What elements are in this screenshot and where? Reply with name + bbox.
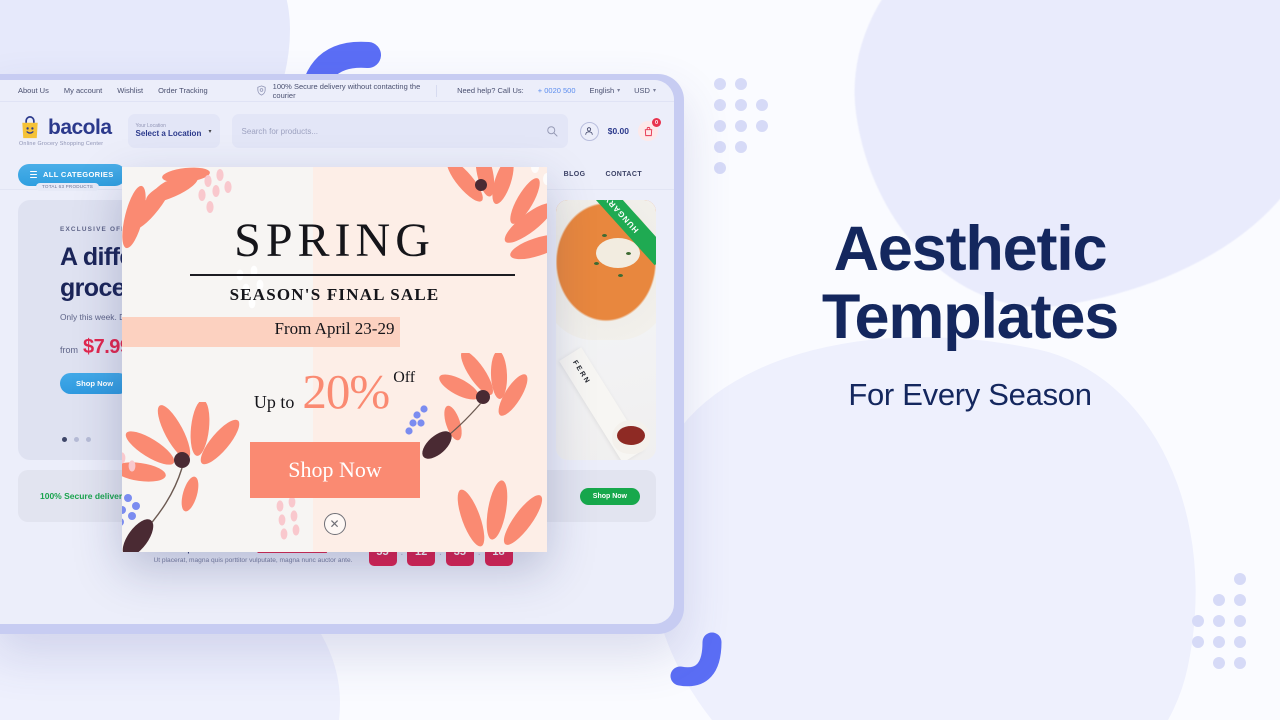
hero-from-label: from	[60, 345, 78, 355]
currency-value: USD	[634, 86, 650, 95]
popup-upto-label: Up to	[253, 392, 295, 412]
hamburger-icon	[30, 170, 37, 179]
popup-title: SPRING	[234, 214, 435, 267]
chevron-down-icon: ▾	[208, 128, 212, 135]
search-input[interactable]	[241, 126, 546, 136]
topbar-divider	[436, 84, 438, 97]
promo-subtitle: For Every Season	[848, 377, 1092, 413]
secure-banner-shop-now-button[interactable]: Shop Now	[579, 487, 640, 505]
shield-check-icon	[257, 85, 266, 96]
total-products-badge: TOTAL 63 PRODUCTS	[36, 182, 100, 191]
help-phone-link[interactable]: + 0020 500	[538, 86, 576, 95]
cart-count-badge: 0	[652, 118, 661, 127]
all-categories-button[interactable]: ALL CATEGORIES TOTAL 63 PRODUCTS	[18, 163, 126, 191]
herb-garnish	[618, 274, 623, 277]
nav-link-contact[interactable]: CONTACT	[606, 171, 643, 178]
popup-offer-line: Up to 20% Off	[122, 363, 547, 420]
logo-tagline: Online Grocery Shopping Center	[19, 141, 104, 147]
shopping-bag-icon	[22, 116, 38, 139]
slider-dot-3[interactable]	[86, 437, 91, 442]
herb-garnish	[594, 262, 599, 265]
secure-note-text: 100% Secure delivery without contacting …	[272, 81, 421, 100]
cart-icon	[644, 126, 652, 136]
topbar-link-wishlist[interactable]: Wishlist	[117, 86, 143, 95]
slider-dot-2[interactable]	[74, 437, 79, 442]
account-button[interactable]	[579, 121, 599, 141]
close-circle-icon[interactable]: ✕	[323, 513, 346, 535]
hero-slider-dots[interactable]	[62, 437, 91, 442]
spring-sale-popup[interactable]: SPRING SEASON'S FINAL SALE From April 23…	[122, 167, 547, 552]
language-value: English	[589, 86, 615, 95]
popup-percent: 20%	[302, 364, 390, 419]
chevron-down-icon: ▾	[617, 88, 621, 94]
popup-shop-now-button[interactable]: Shop Now	[250, 442, 420, 498]
topbar-link-order-tracking[interactable]: Order Tracking	[158, 86, 208, 95]
promo-title: Aesthetic Templates	[821, 214, 1119, 353]
nav-links: BLOG CONTACT	[564, 171, 656, 178]
chevron-down-icon: ▾	[652, 88, 656, 94]
search-bar[interactable]	[231, 114, 568, 148]
popup-subtitle: SEASON'S FINAL SALE	[229, 285, 440, 304]
topbar-secure-note: 100% Secure delivery without contacting …	[256, 82, 430, 100]
logo-wordmark: bacola	[48, 116, 112, 139]
herb-garnish	[602, 234, 607, 237]
currency-selector[interactable]: USD ▾	[634, 86, 656, 95]
popup-off-label: Off	[393, 369, 416, 386]
fern-label: FERN	[571, 359, 592, 386]
location-value: Select a Location	[135, 128, 202, 138]
slider-dot-1[interactable]	[62, 437, 67, 442]
popup-content: SPRING SEASON'S FINAL SALE From April 23…	[122, 167, 547, 552]
hero-shop-now-button[interactable]: Shop Now	[60, 373, 130, 394]
user-icon	[585, 127, 593, 135]
help-label: Need help? Call Us:	[457, 86, 524, 95]
spice-bowl	[612, 420, 650, 454]
site-topbar: About Us My account Wishlist Order Track…	[0, 80, 674, 102]
cart-button[interactable]: 0	[638, 118, 661, 141]
language-selector[interactable]: English ▾	[590, 86, 621, 95]
herb-garnish	[626, 252, 631, 255]
topbar-links: About Us My account Wishlist Order Track…	[18, 86, 208, 95]
site-logo[interactable]: bacola Online Grocery Shopping Center	[18, 115, 112, 147]
popup-dates: From April 23-29	[274, 319, 395, 338]
topbar-link-about[interactable]: About Us	[18, 86, 49, 95]
special-offers-description: Ut placerat, magna quis porttitor vulput…	[153, 557, 353, 564]
nav-link-blog[interactable]: BLOG	[564, 171, 586, 178]
popup-divider-rule	[190, 274, 515, 276]
topbar-link-account[interactable]: My account	[64, 86, 102, 95]
hero-side-product-image[interactable]: HUNGARY FERN	[556, 200, 656, 460]
cart-total: $0.00	[607, 126, 629, 136]
blue-hook-shape-bottom	[668, 628, 738, 698]
search-icon[interactable]	[546, 125, 558, 137]
topbar-right: Need help? Call Us: + 0020 500 English ▾…	[430, 84, 656, 97]
location-selector[interactable]: Your Location Select a Location ▾	[127, 114, 220, 148]
site-header: bacola Online Grocery Shopping Center Yo…	[0, 102, 674, 160]
all-categories-label: ALL CATEGORIES	[43, 170, 114, 179]
promo-copy: Aesthetic Templates For Every Season	[700, 215, 1240, 413]
header-actions: $0.00 0	[579, 118, 661, 141]
